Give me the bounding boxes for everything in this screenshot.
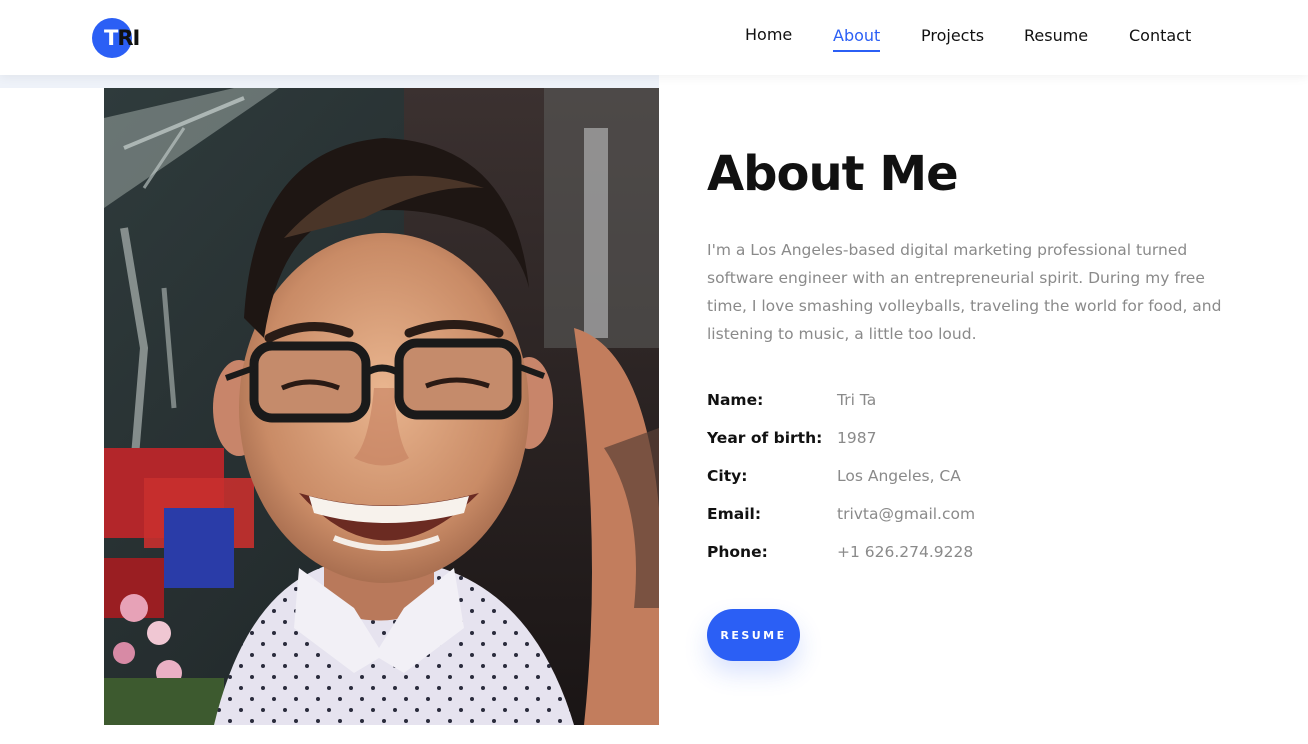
nav-projects[interactable]: Projects <box>921 26 984 50</box>
nav-home[interactable]: Home <box>745 25 792 49</box>
nav-contact[interactable]: Contact <box>1129 26 1191 50</box>
info-value: Tri Ta <box>837 391 877 409</box>
info-label: City: <box>707 467 748 485</box>
about-bio: I'm a Los Angeles-based digital marketin… <box>707 241 1222 343</box>
info-label: Email: <box>707 505 762 523</box>
info-label: Year of birth: <box>707 429 823 447</box>
nav-resume[interactable]: Resume <box>1024 26 1088 50</box>
info-label: Phone: <box>707 543 768 561</box>
about-title: About Me <box>707 146 959 202</box>
info-value: +1 626.274.9228 <box>837 543 974 561</box>
photo-backdrop <box>0 75 659 88</box>
portrait-illustration <box>104 88 659 725</box>
site-header: TRI Home About Projects Resume Contact <box>0 0 1308 75</box>
main-nav: Home About Projects Resume Contact <box>0 25 1308 56</box>
resume-button[interactable]: RESUME <box>707 609 800 661</box>
about-page: TRI Home About Projects Resume Contact A… <box>0 0 1308 744</box>
portrait-photo <box>104 88 659 725</box>
nav-about[interactable]: About <box>833 26 881 52</box>
info-value: trivta@gmail.com <box>837 505 976 523</box>
info-label: Name: <box>707 391 764 409</box>
info-value: 1987 <box>837 429 877 447</box>
info-value: Los Angeles, CA <box>837 467 961 485</box>
